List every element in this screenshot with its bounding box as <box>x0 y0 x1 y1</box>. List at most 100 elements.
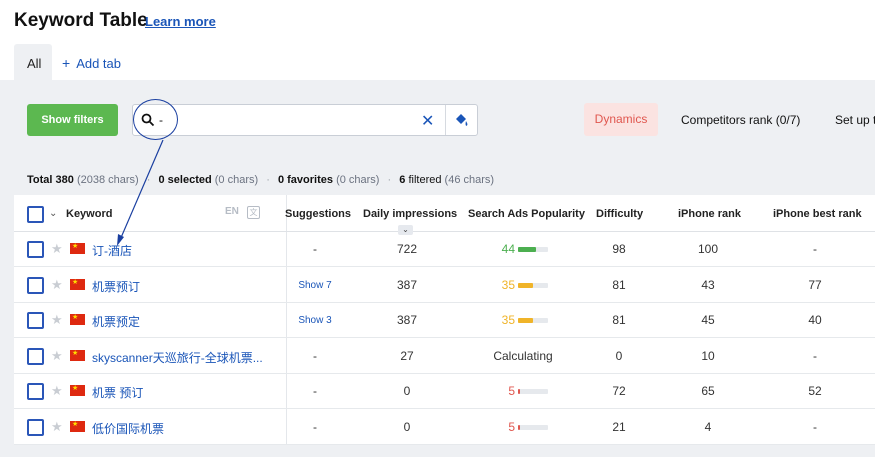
table-row[interactable]: ★ ★ 机票 预订 - 0 5 72 65 52 <box>14 374 875 409</box>
search-input[interactable]: - ✕ <box>132 104 478 136</box>
star-icon[interactable]: ★ <box>51 419 63 435</box>
china-flag-icon: ★ <box>70 420 85 432</box>
iphone-rank-cell: 43 <box>701 277 715 292</box>
star-icon[interactable]: ★ <box>51 277 63 293</box>
china-flag-icon: ★ <box>70 349 85 361</box>
daily-impressions-cell: 722 <box>396 242 418 256</box>
table-header: ⌄ Keyword EN 文 Suggestions Daily impress… <box>14 195 875 235</box>
difficulty-cell: 0 <box>615 348 623 363</box>
show-suggestions-link[interactable]: Show 7 <box>286 280 344 291</box>
language-label[interactable]: EN <box>225 206 239 217</box>
search-divider <box>445 105 446 135</box>
search-ads-popularity-cell: 35 <box>501 278 561 294</box>
column-daily-impressions[interactable]: Daily impressions <box>363 208 457 220</box>
keyword-link[interactable]: 订-酒店 <box>92 242 132 259</box>
translate-icon[interactable]: 文 <box>247 206 260 219</box>
row-checkbox[interactable] <box>27 383 44 400</box>
popularity-bar-fill <box>518 389 520 394</box>
column-keyword[interactable]: Keyword <box>66 208 112 220</box>
column-difficulty[interactable]: Difficulty <box>596 208 643 220</box>
row-checkbox[interactable] <box>27 312 44 329</box>
competitors-rank-button[interactable]: Competitors rank (0/7) <box>681 113 800 127</box>
popularity-bar-fill <box>518 282 533 288</box>
iphone-best-rank-cell: - <box>813 348 817 363</box>
row-checkbox[interactable] <box>27 276 44 294</box>
star-icon[interactable]: ★ <box>51 312 63 328</box>
favorites-label: 0 favorites <box>277 174 333 186</box>
star-icon[interactable]: ★ <box>51 383 63 399</box>
table-row[interactable]: ★ ★ skyscanner天巡旅行-全球机票... - 27 Calculating 0 1… <box>14 339 875 374</box>
row-checkbox[interactable] <box>27 241 44 258</box>
search-ads-popularity-cell: Calculating <box>493 348 553 363</box>
difficulty-cell: 98 <box>612 242 626 256</box>
keyword-link[interactable]: 机票预定 <box>92 313 140 330</box>
popularity-bar <box>518 247 548 252</box>
search-value: - <box>159 113 163 127</box>
daily-impressions-cell: 0 <box>403 384 411 398</box>
suggestions-cell: - <box>313 384 317 398</box>
setup-button[interactable]: Set up t <box>835 113 875 127</box>
china-flag-icon: ★ <box>70 314 85 325</box>
difficulty-cell: 21 <box>612 419 626 434</box>
select-all-checkbox[interactable] <box>27 206 44 223</box>
show-filters-button[interactable]: Show filters <box>27 104 118 136</box>
column-suggestions[interactable]: Suggestions <box>285 208 351 220</box>
popularity-value: 44 <box>501 242 515 256</box>
iphone-best-rank-cell: 52 <box>808 384 822 398</box>
iphone-best-rank-cell: 77 <box>808 277 822 292</box>
popularity-value: 5 <box>508 419 515 434</box>
table-row[interactable]: ★ ★ 低价国际机票 - 0 5 21 4 - <box>14 410 875 445</box>
keyword-link[interactable]: 机票预订 <box>92 278 140 295</box>
column-search-ads-popularity[interactable]: Search Ads Popularity <box>468 208 585 220</box>
china-flag-icon: ★ <box>70 278 85 290</box>
learn-more-link[interactable]: Learn more <box>145 14 216 29</box>
selected-label: 0 selected <box>158 174 212 186</box>
table-row[interactable]: ★ ★ 机票预订 Show 7 387 35 81 43 77 <box>14 268 875 303</box>
daily-impressions-cell: 387 <box>396 277 418 292</box>
iphone-rank-cell: 10 <box>701 348 715 363</box>
iphone-best-rank-cell: 40 <box>808 313 822 327</box>
add-tab-button[interactable]: + Add tab <box>62 55 121 71</box>
column-iphone-rank[interactable]: iPhone rank <box>678 208 741 220</box>
tab-all[interactable]: All <box>14 44 52 80</box>
keyword-link[interactable]: 机票 预订 <box>92 384 143 401</box>
separator-dot: · <box>146 174 151 186</box>
iphone-rank-cell: 4 <box>704 419 712 434</box>
iphone-best-rank-cell: - <box>813 242 817 256</box>
dynamics-button[interactable]: Dynamics <box>584 103 658 136</box>
star-icon[interactable]: ★ <box>51 241 63 257</box>
column-iphone-best-rank[interactable]: iPhone best rank <box>773 208 862 220</box>
table-row[interactable]: ★ ★ 机票预定 Show 3 387 35 81 45 40 <box>14 303 875 338</box>
suggestions-cell: - <box>313 419 317 434</box>
iphone-best-rank-cell: - <box>813 419 817 434</box>
star-icon[interactable]: ★ <box>51 348 63 364</box>
search-ads-popularity-cell: 5 <box>501 420 561 436</box>
iphone-rank-cell: 65 <box>701 384 715 398</box>
difficulty-cell: 81 <box>612 313 626 327</box>
difficulty-cell: 72 <box>612 384 626 398</box>
show-suggestions-link[interactable]: Show 3 <box>286 315 344 326</box>
daily-impressions-cell: 0 <box>403 419 411 434</box>
row-checkbox[interactable] <box>27 347 44 365</box>
keyword-link[interactable]: 低价国际机票 <box>92 420 164 437</box>
chevron-down-icon[interactable]: ⌄ <box>49 208 57 219</box>
keyword-table: ⌄ Keyword EN 文 Suggestions Daily impress… <box>14 195 875 445</box>
plus-icon: + <box>62 55 71 71</box>
table-row[interactable]: ★ ★ 订-酒店 - 722 44 98 100 - <box>14 232 875 267</box>
selected-chars: (0 chars) <box>214 174 259 186</box>
filtered-count: 6 <box>399 174 406 186</box>
popularity-bar <box>518 389 548 394</box>
search-ads-popularity-cell: 44 <box>501 242 561 258</box>
add-tab-label: Add tab <box>76 56 122 71</box>
filtered-chars: (46 chars) <box>444 174 495 186</box>
search-icon <box>141 113 155 127</box>
popularity-value: 35 <box>501 277 515 292</box>
paint-bucket-icon[interactable] <box>453 112 469 128</box>
popularity-bar <box>518 282 548 288</box>
clear-icon[interactable]: ✕ <box>421 111 434 131</box>
keyword-link[interactable]: skyscanner天巡旅行-全球机票... <box>92 349 263 366</box>
popularity-value: 5 <box>508 384 515 398</box>
suggestions-cell: - <box>313 242 317 256</box>
row-checkbox[interactable] <box>27 418 44 436</box>
keyword-summary: Total 380 (2038 chars) · 0 selected (0 c… <box>27 174 494 186</box>
